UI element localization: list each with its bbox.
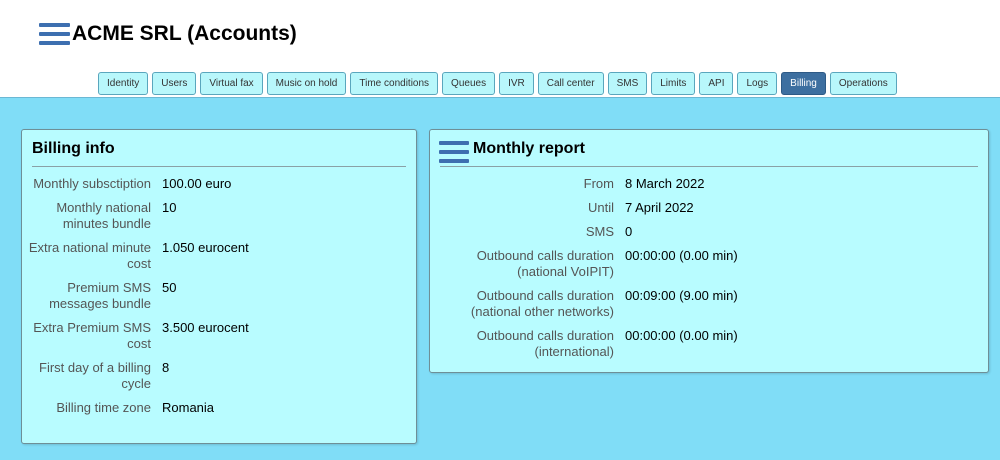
tab-api[interactable]: API <box>699 72 734 95</box>
tab-operations[interactable]: Operations <box>829 72 897 95</box>
monthly-report-rows: From 8 March 2022 Until 7 April 2022 SMS… <box>430 176 988 368</box>
tab-call-center[interactable]: Call center <box>537 72 604 95</box>
info-row: Premium SMS messages bundle 50 <box>22 280 416 312</box>
monthly-report-title: Monthly report <box>473 140 585 157</box>
content-area: Billing info Monthly subsctiption 100.00… <box>0 98 1000 460</box>
report-row: Until 7 April 2022 <box>430 200 988 216</box>
row-value: 50 <box>162 280 177 295</box>
report-row: Outbound calls duration (international) … <box>430 328 988 360</box>
row-label: Monthly national minutes bundle <box>56 200 151 231</box>
row-value: 0 <box>625 224 633 239</box>
row-value: 10 <box>162 200 177 215</box>
tab-queues[interactable]: Queues <box>442 72 496 95</box>
row-value: 8 March 2022 <box>625 176 705 191</box>
row-value: 7 April 2022 <box>625 200 694 215</box>
tab-billing[interactable]: Billing <box>781 72 826 95</box>
monthly-report-panel: Monthly report From 8 March 2022 Until 7… <box>429 129 989 373</box>
tab-virtual-fax[interactable]: Virtual fax <box>200 72 263 95</box>
hamburger-menu-icon[interactable] <box>39 23 70 45</box>
info-row: Billing time zone Romania <box>22 400 416 416</box>
row-value: 3.500 eurocent <box>162 320 249 335</box>
hamburger-menu-icon[interactable] <box>439 141 469 163</box>
row-value: 8 <box>162 360 170 375</box>
row-value: Romania <box>162 400 215 415</box>
tab-logs[interactable]: Logs <box>737 72 778 95</box>
row-label: Outbound calls duration (international) <box>476 328 614 359</box>
panel-header: Billing info <box>32 130 406 167</box>
row-label: Premium SMS messages bundle <box>49 280 151 311</box>
info-row: First day of a billing cycle 8 <box>22 360 416 392</box>
info-row: Monthly national minutes bundle 10 <box>22 200 416 232</box>
billing-info-panel: Billing info Monthly subsctiption 100.00… <box>21 129 417 444</box>
row-label: Outbound calls duration (national VoIPIT… <box>476 248 614 279</box>
tab-identity[interactable]: Identity <box>98 72 149 95</box>
tab-bar: Identity Users Virtual fax Music on hold… <box>98 72 897 95</box>
info-row: Extra Premium SMS cost 3.500 eurocent <box>22 320 416 352</box>
row-label: Billing time zone <box>56 400 151 415</box>
info-row: Extra national minute cost 1.050 eurocen… <box>22 240 416 272</box>
info-row: Monthly subsctiption 100.00 euro <box>22 176 416 192</box>
row-label: Monthly subsctiption <box>33 176 151 191</box>
report-row: Outbound calls duration (national VoIPIT… <box>430 248 988 280</box>
tab-sms[interactable]: SMS <box>607 72 648 95</box>
panel-header: Monthly report <box>439 130 978 167</box>
report-row: Outbound calls duration (national other … <box>430 288 988 320</box>
report-row: From 8 March 2022 <box>430 176 988 192</box>
tab-ivr[interactable]: IVR <box>499 72 534 95</box>
row-value: 1.050 eurocent <box>162 240 249 255</box>
billing-info-rows: Monthly subsctiption 100.00 euro Monthly… <box>22 176 416 424</box>
tab-limits[interactable]: Limits <box>651 72 696 95</box>
billing-info-title: Billing info <box>32 140 115 157</box>
row-label: From <box>583 176 614 191</box>
row-label: Outbound calls duration (national other … <box>470 288 614 319</box>
report-row: SMS 0 <box>430 224 988 240</box>
row-label: Extra national minute cost <box>28 240 151 271</box>
tab-music-on-hold[interactable]: Music on hold <box>266 72 347 95</box>
row-label: First day of a billing cycle <box>39 360 151 391</box>
tab-time-conditions[interactable]: Time conditions <box>350 72 439 95</box>
row-value: 00:09:00 (9.00 min) <box>625 288 738 303</box>
row-value: 00:00:00 (0.00 min) <box>625 248 738 263</box>
row-label: Until <box>587 200 614 215</box>
row-value: 100.00 euro <box>162 176 232 191</box>
tab-users[interactable]: Users <box>152 72 197 95</box>
page-title: ACME SRL (Accounts) <box>72 22 297 45</box>
row-label: Extra Premium SMS cost <box>33 320 151 351</box>
row-value: 00:00:00 (0.00 min) <box>625 328 738 343</box>
top-header: ACME SRL (Accounts) Identity Users Virtu… <box>0 0 1000 98</box>
row-label: SMS <box>585 224 614 239</box>
